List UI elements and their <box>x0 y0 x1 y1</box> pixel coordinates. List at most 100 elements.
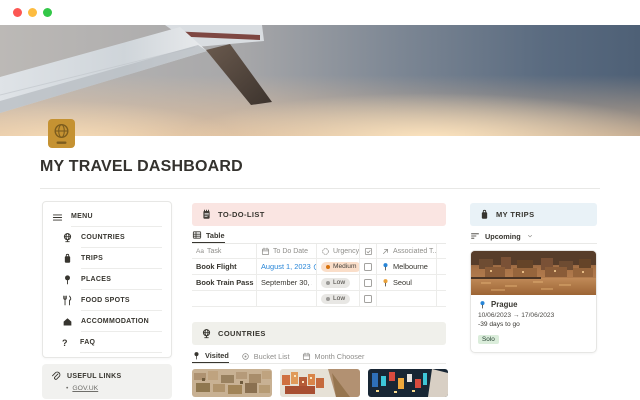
todo-row-book-train-pass: Book Train Pass September 30, 2023 Low S… <box>192 275 446 291</box>
sidebar-item-label: FOOD SPOTS <box>81 297 130 304</box>
page-title: MY TRAVEL DASHBOARD <box>40 158 600 176</box>
useful-links-title: USEFUL LINKS <box>67 373 121 380</box>
trip-tag-solo: Solo <box>478 335 499 344</box>
globe-icon <box>201 328 212 339</box>
date-cell[interactable]: August 1, 2023 <box>261 262 317 271</box>
useful-links-header: USEFUL LINKS <box>50 370 164 382</box>
countries-gallery <box>192 369 446 397</box>
associated-trip-link[interactable]: Melbourne <box>393 262 428 271</box>
notepad-icon <box>201 209 212 220</box>
trip-card-body: Prague 10/06/2023 → 17/06/2023 -39 days … <box>471 295 596 352</box>
luggage-icon <box>62 248 74 269</box>
sidebar-item-faq[interactable]: ? FAQ <box>62 332 162 353</box>
todo-checkbox[interactable] <box>364 295 372 303</box>
todo-checkbox[interactable] <box>364 263 372 271</box>
todo-list-title: TO-DO-LIST <box>218 210 265 219</box>
minimize-window-button[interactable] <box>28 8 37 17</box>
trips-column: MY TRIPS Upcoming <box>470 201 597 353</box>
sidebar-item-trips[interactable]: TRIPS <box>62 248 162 269</box>
todo-list-banner: TO-DO-LIST <box>192 203 446 226</box>
sidebar-item-accommodation[interactable]: ACCOMMODATION <box>62 311 162 332</box>
sidebar-item-label: PLACES <box>81 276 111 283</box>
sidebar-item-label: ACCOMMODATION <box>81 318 149 325</box>
hamburger-icon <box>52 207 64 227</box>
sidebar-item-label: COUNTRIES <box>81 234 125 241</box>
tab-month-chooser[interactable]: Month Chooser <box>302 349 365 363</box>
menu-header: MENU <box>52 207 162 227</box>
trip-dates: 10/06/2023 → 17/06/2023 <box>478 312 589 319</box>
sidebar: MENU COUNTRIES TRIPS PLACES FOOD SPOTS <box>42 201 172 399</box>
pushpin-icon <box>381 278 390 287</box>
my-trips-title: MY TRIPS <box>496 210 534 219</box>
useful-links-card: USEFUL LINKS • GOV.UK <box>42 364 172 399</box>
menu-card: MENU COUNTRIES TRIPS PLACES FOOD SPOTS <box>42 201 172 358</box>
column-task[interactable]: Task <box>207 248 221 255</box>
pushpin-icon <box>478 300 487 309</box>
column-urgency[interactable]: Urgency <box>333 248 359 255</box>
pushpin-icon <box>62 269 74 290</box>
urgency-pill-medium[interactable]: Medium <box>321 262 360 272</box>
prague-photo <box>471 251 596 295</box>
bullet: • <box>66 385 68 392</box>
column-date[interactable]: To Do Date <box>273 248 308 255</box>
urgency-pill-low[interactable]: Low <box>321 294 350 304</box>
trips-sort-dropdown[interactable]: Upcoming <box>470 229 597 244</box>
house-icon <box>62 311 74 332</box>
cutlery-icon <box>62 290 74 311</box>
travel-dashboard-page: MY TRAVEL DASHBOARD MENU COUNTRIES TRIPS <box>0 0 640 400</box>
todo-row-book-flight: Book Flight August 1, 2023 Medium <box>192 259 446 275</box>
sidebar-item-label: TRIPS <box>81 255 103 262</box>
tab-table-view[interactable]: Table <box>192 228 225 243</box>
task-cell[interactable] <box>192 291 257 306</box>
calendar-icon <box>261 247 270 256</box>
associated-cell[interactable] <box>377 291 437 306</box>
luggage-icon <box>479 209 490 220</box>
countries-title: COUNTRIES <box>218 329 266 338</box>
status-property-icon <box>321 247 330 256</box>
todo-checkbox[interactable] <box>364 279 372 287</box>
target-icon <box>241 352 250 361</box>
relation-arrow-icon <box>381 247 390 256</box>
task-cell[interactable]: Book Train Pass <box>196 278 254 287</box>
sidebar-item-food-spots[interactable]: FOOD SPOTS <box>62 290 162 311</box>
sidebar-item-countries[interactable]: COUNTRIES <box>62 227 162 248</box>
globe-icon <box>62 227 74 248</box>
menu-title: MENU <box>71 213 93 220</box>
question-mark-icon: ? <box>62 332 73 353</box>
gallery-photo-coastal-town[interactable] <box>280 369 360 397</box>
my-trips-banner: MY TRIPS <box>470 203 597 226</box>
tab-bucket-list[interactable]: Bucket List <box>241 349 290 363</box>
passport-icon[interactable] <box>48 119 75 148</box>
paperclip-icon <box>50 371 61 382</box>
countries-banner: COUNTRIES <box>192 322 446 345</box>
date-cell[interactable] <box>257 291 317 306</box>
main-column: TO-DO-LIST Table Aa Task To Do Date <box>192 201 446 397</box>
trip-card-prague[interactable]: Prague 10/06/2023 → 17/06/2023 -39 days … <box>470 250 597 353</box>
countries-view-tabs: Visited Bucket List Month Chooser <box>192 349 446 364</box>
govuk-link[interactable]: GOV.UK <box>72 385 98 392</box>
useful-link-item: • GOV.UK <box>66 385 164 392</box>
task-cell[interactable]: Book Flight <box>196 262 237 271</box>
checkbox-property-icon[interactable] <box>364 247 373 256</box>
tab-visited[interactable]: Visited <box>192 349 229 363</box>
gallery-photo-rooftop-city[interactable] <box>192 369 272 397</box>
gallery-photo-neon-night-city[interactable] <box>368 369 448 397</box>
associated-trip-link[interactable]: Seoul <box>393 278 412 287</box>
trip-destination: Prague <box>491 300 517 309</box>
window-titlebar <box>0 0 640 25</box>
zoom-window-button[interactable] <box>43 8 52 17</box>
date-cell[interactable]: September 30, 2023 <box>261 278 312 287</box>
calendar-icon <box>302 352 311 361</box>
sort-icon <box>470 231 480 241</box>
sidebar-item-places[interactable]: PLACES <box>62 269 162 290</box>
column-associated[interactable]: Associated T... <box>393 248 437 255</box>
page-header: MY TRAVEL DASHBOARD <box>40 136 600 189</box>
close-window-button[interactable] <box>13 8 22 17</box>
urgency-pill-low[interactable]: Low <box>321 278 350 288</box>
todo-table-header: Aa Task To Do Date Urgency Associated T.… <box>192 244 446 259</box>
cover-photo-airplane-wing <box>0 25 640 136</box>
todo-view-tabs: Table <box>192 228 446 244</box>
todo-row-empty: Low <box>192 291 446 307</box>
table-icon <box>192 230 202 240</box>
pushpin-icon <box>381 262 390 271</box>
